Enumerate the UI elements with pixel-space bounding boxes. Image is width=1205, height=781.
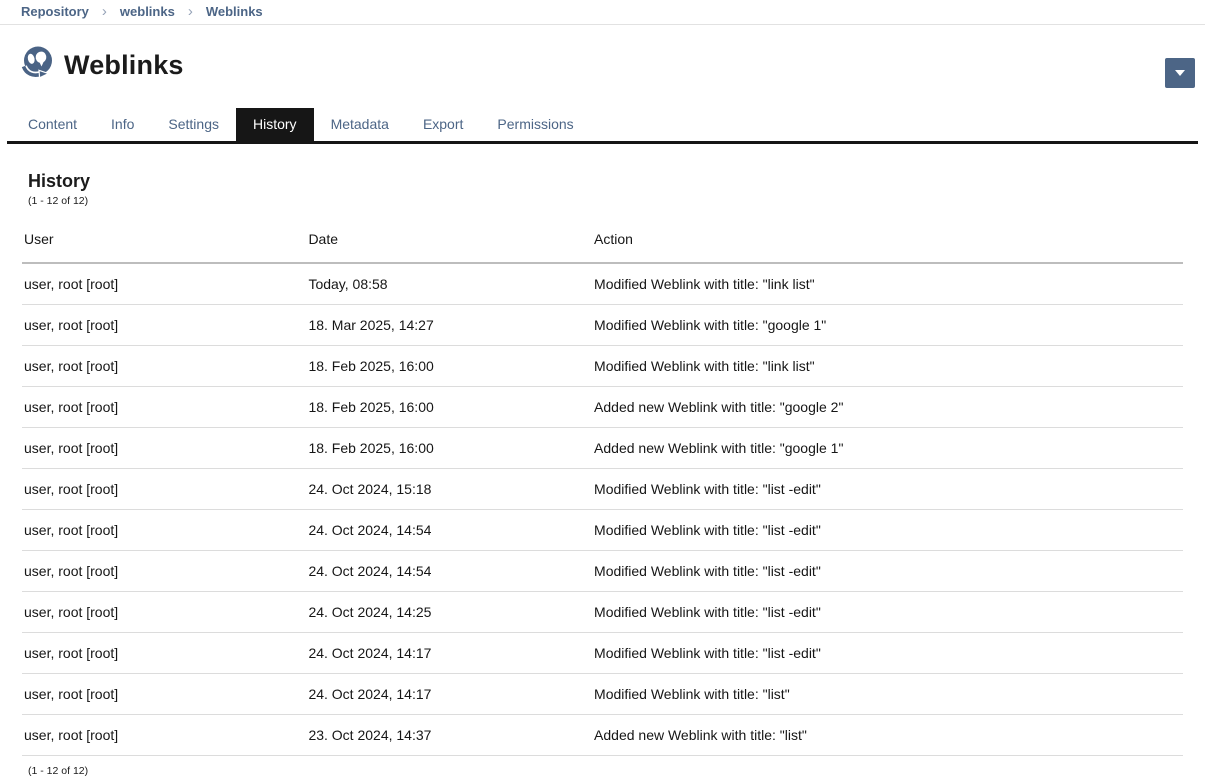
tab[interactable]: Content xyxy=(11,108,94,141)
breadcrumb-link[interactable]: Weblinks xyxy=(206,4,263,19)
cell-user: user, root [root] xyxy=(22,469,306,510)
result-range-label-bottom: (1 - 12 of 12) xyxy=(28,765,1183,777)
breadcrumb-item: Weblinks xyxy=(206,4,263,19)
tab[interactable]: Metadata xyxy=(314,108,406,141)
cell-user: user, root [root] xyxy=(22,428,306,469)
table-header-row: UserDateAction xyxy=(22,221,1183,263)
cell-date: 18. Feb 2025, 16:00 xyxy=(306,428,592,469)
object-header: Weblinks xyxy=(0,25,1205,94)
tab[interactable]: Permissions xyxy=(480,108,590,141)
history-panel: History (1 - 12 of 12) UserDateAction us… xyxy=(0,171,1205,777)
cell-action: Modified Weblink with title: "list -edit… xyxy=(592,469,1183,510)
caret-down-icon xyxy=(1175,70,1185,76)
tab[interactable]: Info xyxy=(94,108,151,141)
cell-user: user, root [root] xyxy=(22,387,306,428)
tab-bar: ContentInfoSettingsHistoryMetadataExport… xyxy=(7,108,1198,144)
cell-date: 23. Oct 2024, 14:37 xyxy=(306,715,592,756)
tab[interactable]: History xyxy=(236,108,314,141)
breadcrumb-link[interactable]: weblinks xyxy=(120,4,175,19)
table-row: user, root [root] 18. Feb 2025, 16:00 Ad… xyxy=(22,387,1183,428)
cell-action: Added new Weblink with title: "list" xyxy=(592,715,1183,756)
cell-user: user, root [root] xyxy=(22,674,306,715)
breadcrumb-item: weblinks › xyxy=(120,4,206,19)
page-title: Weblinks xyxy=(64,50,184,81)
cell-date: 24. Oct 2024, 14:17 xyxy=(306,633,592,674)
table-row: user, root [root] 24. Oct 2024, 15:18 Mo… xyxy=(22,469,1183,510)
cell-action: Modified Weblink with title: "link list" xyxy=(592,263,1183,305)
table-row: user, root [root] Today, 08:58 Modified … xyxy=(22,263,1183,305)
cell-user: user, root [root] xyxy=(22,346,306,387)
table-row: user, root [root] 18. Feb 2025, 16:00 Ad… xyxy=(22,428,1183,469)
cell-date: Today, 08:58 xyxy=(306,263,592,305)
cell-date: 24. Oct 2024, 14:17 xyxy=(306,674,592,715)
cell-date: 24. Oct 2024, 15:18 xyxy=(306,469,592,510)
table-row: user, root [root] 24. Oct 2024, 14:25 Mo… xyxy=(22,592,1183,633)
chevron-right-icon: › xyxy=(188,4,193,19)
breadcrumb: Repository › weblinks › Weblinks xyxy=(0,0,1205,25)
column-header: Action xyxy=(592,221,1183,263)
cell-date: 18. Mar 2025, 14:27 xyxy=(306,305,592,346)
cell-date: 18. Feb 2025, 16:00 xyxy=(306,387,592,428)
cell-action: Modified Weblink with title: "list -edit… xyxy=(592,510,1183,551)
cell-date: 24. Oct 2024, 14:25 xyxy=(306,592,592,633)
cell-action: Modified Weblink with title: "link list" xyxy=(592,346,1183,387)
chevron-right-icon: › xyxy=(102,4,107,19)
cell-date: 24. Oct 2024, 14:54 xyxy=(306,510,592,551)
cell-action: Added new Weblink with title: "google 2" xyxy=(592,387,1183,428)
cell-user: user, root [root] xyxy=(22,633,306,674)
cell-user: user, root [root] xyxy=(22,715,306,756)
cell-date: 24. Oct 2024, 14:54 xyxy=(306,551,592,592)
table-row: user, root [root] 24. Oct 2024, 14:17 Mo… xyxy=(22,674,1183,715)
cell-user: user, root [root] xyxy=(22,510,306,551)
cell-action: Modified Weblink with title: "list -edit… xyxy=(592,633,1183,674)
cell-user: user, root [root] xyxy=(22,305,306,346)
cell-action: Modified Weblink with title: "google 1" xyxy=(592,305,1183,346)
section-heading: History xyxy=(28,171,1183,192)
cell-action: Modified Weblink with title: "list -edit… xyxy=(592,551,1183,592)
table-row: user, root [root] 24. Oct 2024, 14:54 Mo… xyxy=(22,551,1183,592)
result-range-label: (1 - 12 of 12) xyxy=(28,195,1183,207)
tab[interactable]: Settings xyxy=(151,108,236,141)
cell-user: user, root [root] xyxy=(22,551,306,592)
table-row: user, root [root] 18. Feb 2025, 16:00 Mo… xyxy=(22,346,1183,387)
column-header: Date xyxy=(306,221,592,263)
table-row: user, root [root] 24. Oct 2024, 14:17 Mo… xyxy=(22,633,1183,674)
breadcrumb-item: Repository › xyxy=(21,4,120,19)
actions-dropdown-button[interactable] xyxy=(1165,58,1195,88)
table-row: user, root [root] 23. Oct 2024, 14:37 Ad… xyxy=(22,715,1183,756)
table-row: user, root [root] 18. Mar 2025, 14:27 Mo… xyxy=(22,305,1183,346)
cell-action: Modified Weblink with title: "list -edit… xyxy=(592,592,1183,633)
table-row: user, root [root] 24. Oct 2024, 14:54 Mo… xyxy=(22,510,1183,551)
cell-action: Added new Weblink with title: "google 1" xyxy=(592,428,1183,469)
history-table: UserDateAction user, root [root] Today, … xyxy=(22,221,1183,756)
cell-user: user, root [root] xyxy=(22,592,306,633)
breadcrumb-link[interactable]: Repository xyxy=(21,4,89,19)
cell-action: Modified Weblink with title: "list" xyxy=(592,674,1183,715)
tab[interactable]: Export xyxy=(406,108,480,141)
column-header: User xyxy=(22,221,306,263)
cell-user: user, root [root] xyxy=(22,263,306,305)
cell-date: 18. Feb 2025, 16:00 xyxy=(306,346,592,387)
weblinks-icon xyxy=(17,44,57,86)
